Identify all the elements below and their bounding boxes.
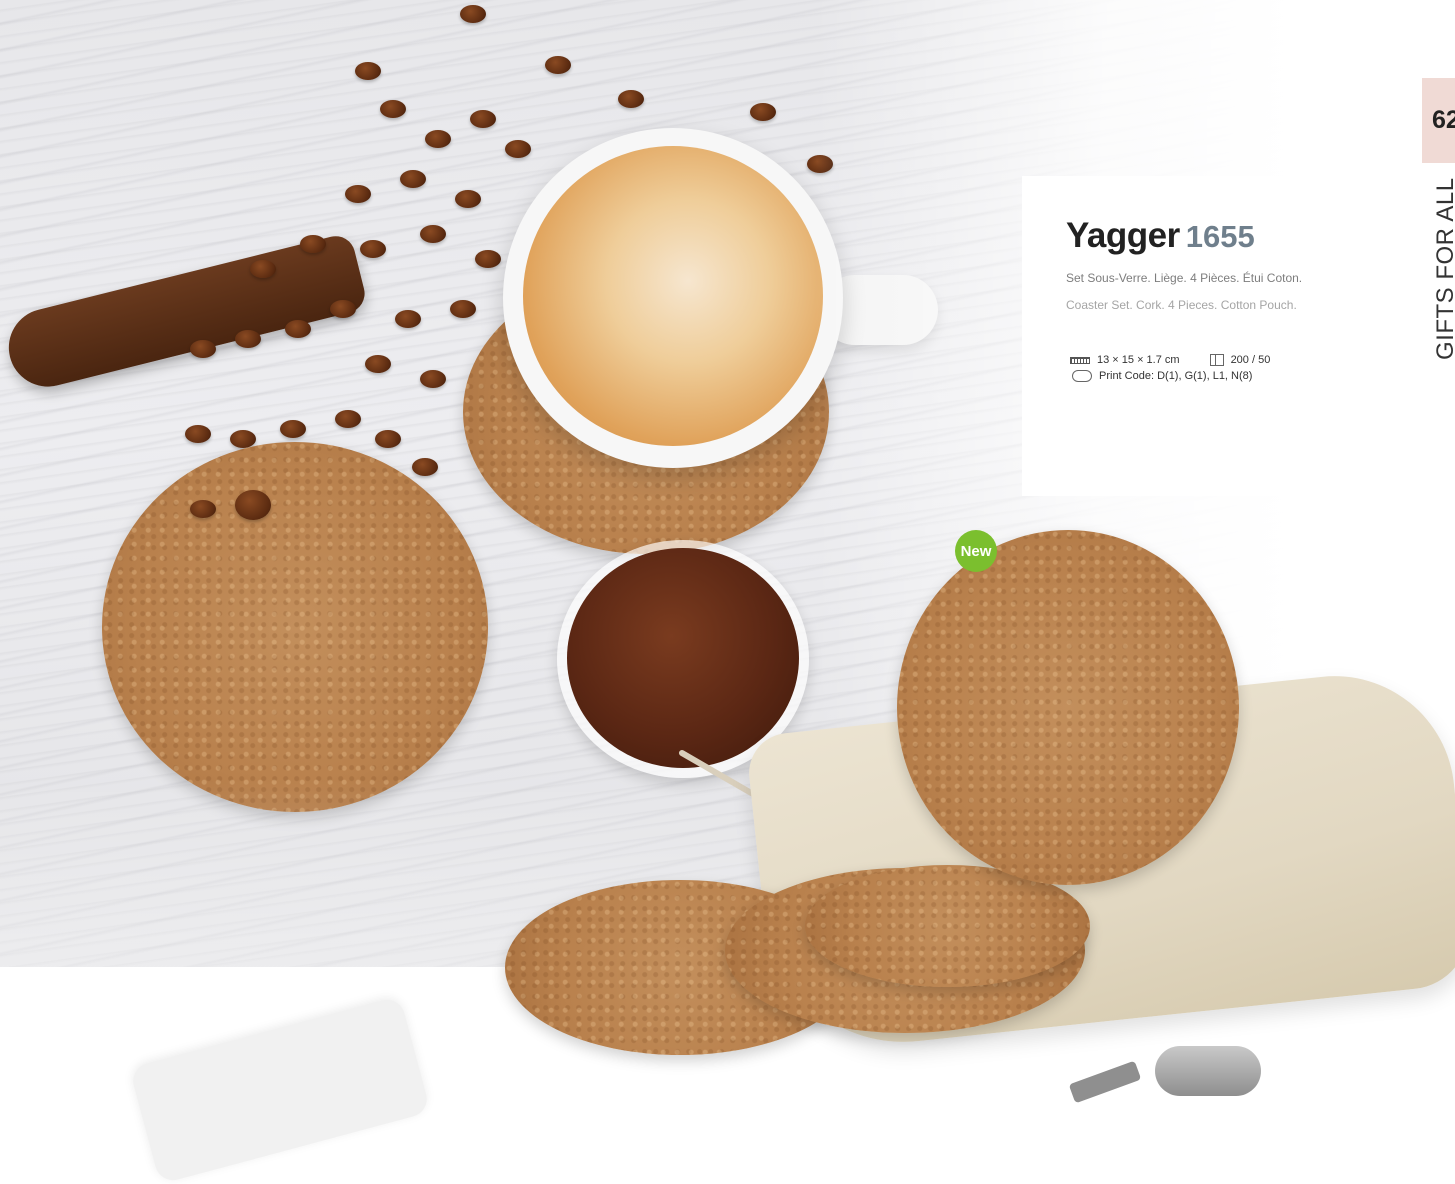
coffee-bean xyxy=(750,103,776,121)
product-info-panel: Yagger 1655 Set Sous-Verre. Liège. 4 Pièc… xyxy=(1022,176,1322,496)
coffee-bean xyxy=(420,370,446,388)
coffee-bean xyxy=(545,56,571,74)
coffee-bean xyxy=(355,62,381,80)
next-product-preview-metal xyxy=(1155,1046,1261,1096)
product-name: Yagger xyxy=(1066,216,1180,255)
coffee-cup xyxy=(503,128,843,468)
coffee-bean xyxy=(300,235,326,253)
dimensions-value: 13 × 15 × 1.7 cm xyxy=(1097,354,1180,366)
spec-row-dimensions: 13 × 15 × 1.7 cm 200 / 50 xyxy=(1070,352,1270,368)
coffee-bean xyxy=(360,240,386,258)
ruler-icon xyxy=(1070,356,1090,364)
section-title: GIFTS FOR ALL xyxy=(1432,177,1455,360)
ground-coffee xyxy=(567,548,799,768)
coffee-bean xyxy=(365,355,391,373)
coffee-bean xyxy=(345,185,371,203)
coffee-bean xyxy=(280,420,306,438)
packaging-value: 200 / 50 xyxy=(1230,354,1271,366)
coffee-bean xyxy=(285,320,311,338)
page-tab: 62 xyxy=(1422,78,1455,163)
coffee-bean xyxy=(235,490,271,520)
coffee-bean xyxy=(375,430,401,448)
coffee-bean xyxy=(235,330,261,348)
coffee-bean xyxy=(330,300,356,318)
coffee-bean xyxy=(185,425,211,443)
coffee-bean xyxy=(230,430,256,448)
cork-coaster xyxy=(102,442,488,812)
next-product-preview-part xyxy=(1068,1060,1142,1104)
product-code: 1655 xyxy=(1185,219,1255,254)
spec-row-print: Print Code: D(1), G(1), L1, N(8) xyxy=(1070,368,1270,384)
coffee-bean xyxy=(505,140,531,158)
product-description-fr: Set Sous-Verre. Liège. 4 Pièces. Étui Co… xyxy=(1066,271,1303,285)
product-description-en: Coaster Set. Cork. 4 Pieces. Cotton Pouc… xyxy=(1066,298,1297,312)
coffee-bean xyxy=(395,310,421,328)
section-label: GIFTS FOR ALL xyxy=(1432,177,1455,360)
box-icon xyxy=(1209,354,1224,366)
coffee-bean xyxy=(400,170,426,188)
print-code-value: Print Code: D(1), G(1), L1, N(8) xyxy=(1099,370,1253,382)
coffee-bean xyxy=(475,250,501,268)
product-specs: 13 × 15 × 1.7 cm 200 / 50 Print Code: D(… xyxy=(1070,352,1270,384)
coffee-bean xyxy=(250,260,276,278)
new-badge: New xyxy=(955,530,997,572)
wooden-scoop xyxy=(0,232,369,395)
coffee-bean xyxy=(335,410,361,428)
coffee-bean xyxy=(190,500,216,518)
coffee-bean xyxy=(460,5,486,23)
coffee-bean xyxy=(420,225,446,243)
coffee-foam xyxy=(523,146,823,446)
coffee-bean xyxy=(470,110,496,128)
coffee-bean xyxy=(380,100,406,118)
coffee-bean xyxy=(455,190,481,208)
coffee-bean xyxy=(190,340,216,358)
next-product-preview xyxy=(129,995,431,1184)
product-title: Yagger 1655 xyxy=(1066,216,1255,256)
page-number: 62 xyxy=(1432,106,1455,134)
coffee-bean xyxy=(618,90,644,108)
coffee-bean xyxy=(425,130,451,148)
print-method-icon xyxy=(1072,370,1092,382)
coffee-bean xyxy=(412,458,438,476)
cork-coaster-standing xyxy=(897,530,1239,885)
coffee-bean xyxy=(450,300,476,318)
